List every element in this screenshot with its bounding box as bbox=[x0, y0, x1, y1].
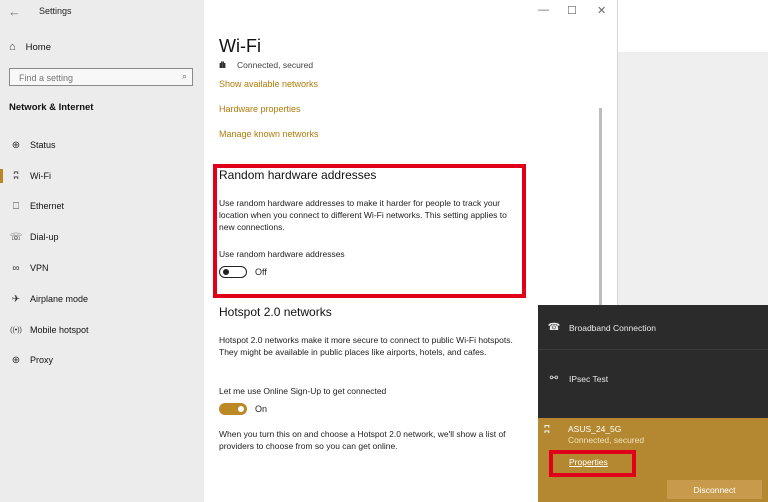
hotspot-toggle-row: On bbox=[219, 403, 267, 415]
wifi-icon: ʭ bbox=[13, 170, 19, 182]
network-name: Broadband Connection bbox=[569, 322, 656, 333]
search-input[interactable] bbox=[17, 71, 171, 85]
hotspot-toggle[interactable] bbox=[219, 403, 247, 415]
hotspot-icon: ((•)) bbox=[10, 326, 22, 334]
airplane-icon: ✈ bbox=[11, 293, 21, 305]
network-name: IPsec Test bbox=[569, 373, 609, 384]
section-heading: Network & Internet bbox=[9, 102, 94, 113]
network-ipsec-test[interactable]: ⚯ IPsec Test bbox=[538, 373, 768, 384]
hotspot-description: Hotspot 2.0 networks make it more secure… bbox=[219, 335, 513, 357]
disconnect-button[interactable]: Disconnect bbox=[667, 480, 762, 499]
desktop-background bbox=[617, 0, 768, 52]
sidebar-item-label: Wi-Fi bbox=[30, 171, 51, 181]
toggle-knob bbox=[238, 406, 244, 412]
network-status: Connected, secured bbox=[568, 435, 645, 445]
show-available-networks-link[interactable]: Show available networks bbox=[219, 79, 318, 89]
connection-status: ıllı Connected, secured bbox=[219, 60, 313, 70]
sidebar-item-label: Airplane mode bbox=[30, 294, 89, 304]
back-arrow-icon[interactable]: ← bbox=[8, 4, 21, 19]
home-icon: ⌂ bbox=[9, 41, 16, 53]
sidebar-item-dialup[interactable]: ☏ Dial-up bbox=[0, 227, 204, 247]
toggle-knob bbox=[223, 269, 229, 275]
dialup-icon: ☏ bbox=[9, 231, 23, 243]
random-hw-toggle[interactable] bbox=[219, 266, 247, 278]
dialup-icon: ☎ bbox=[547, 322, 561, 333]
connection-status-text: Connected, secured bbox=[237, 60, 314, 70]
properties-link[interactable]: Properties bbox=[569, 457, 608, 467]
random-hw-addresses-description: Use random hardware addresses to make it… bbox=[219, 198, 507, 232]
manage-known-networks-link[interactable]: Manage known networks bbox=[219, 129, 319, 139]
page-title: Wi-Fi bbox=[219, 36, 261, 56]
home-nav-item[interactable]: ⌂ Home bbox=[9, 41, 51, 53]
search-icon[interactable]: ⌕ bbox=[182, 71, 187, 82]
sidebar-item-status[interactable]: ⊕ Status bbox=[0, 135, 204, 155]
network-flyout: ☎ Broadband Connection ⚯ IPsec Test ʭ AS… bbox=[538, 305, 768, 502]
random-hw-addresses-heading: Random hardware addresses bbox=[219, 168, 377, 182]
hardware-properties-link[interactable]: Hardware properties bbox=[219, 104, 301, 114]
sidebar-item-mobile-hotspot[interactable]: ((•)) Mobile hotspot bbox=[0, 320, 204, 340]
network-name: ASUS_24_5G bbox=[568, 424, 622, 434]
proxy-globe-icon: ⊕ bbox=[11, 354, 21, 366]
sidebar-item-label: VPN bbox=[30, 263, 49, 273]
search-box[interactable]: ⌕ bbox=[9, 68, 193, 86]
hotspot-toggle-label: Let me use Online Sign-Up to get connect… bbox=[219, 386, 387, 396]
network-asus-active[interactable]: ʭ ASUS_24_5G Connected, secured Properti… bbox=[538, 418, 768, 502]
sidebar-item-proxy[interactable]: ⊕ Proxy bbox=[0, 350, 204, 370]
vpn-icon: ∞ bbox=[12, 262, 20, 274]
hotspot-heading: Hotspot 2.0 networks bbox=[219, 305, 332, 319]
globe-icon: ⊕ bbox=[11, 139, 21, 151]
sidebar-item-vpn[interactable]: ∞ VPN bbox=[0, 258, 204, 278]
random-hw-toggle-label: Use random hardware addresses bbox=[219, 249, 345, 259]
sidebar-item-label: Status bbox=[30, 140, 56, 150]
sidebar-item-airplane-mode[interactable]: ✈ Airplane mode bbox=[0, 289, 204, 309]
home-label: Home bbox=[25, 41, 51, 53]
sidebar-item-label: Proxy bbox=[30, 355, 54, 365]
sidebar-item-label: Ethernet bbox=[30, 201, 65, 211]
wifi-signal-icon: ıllı bbox=[219, 60, 226, 70]
sidebar-item-label: Mobile hotspot bbox=[30, 325, 89, 335]
sidebar-item-ethernet[interactable]: ⎕ Ethernet bbox=[0, 196, 204, 216]
hotspot-note: When you turn this on and choose a Hotsp… bbox=[219, 429, 506, 451]
ethernet-icon: ⎕ bbox=[13, 200, 19, 212]
hotspot-toggle-state: On bbox=[255, 404, 268, 414]
window-title: Settings bbox=[39, 6, 72, 16]
settings-window: ← Settings ⌂ Home ⌕ Network & Internet ⊕… bbox=[0, 0, 618, 502]
random-hw-toggle-row: Off bbox=[219, 266, 267, 278]
sidebar-item-wifi[interactable]: ʭ Wi-Fi bbox=[0, 166, 204, 186]
vpn-icon: ⚯ bbox=[549, 373, 559, 384]
sidebar-item-label: Dial-up bbox=[30, 232, 59, 242]
random-hw-toggle-state: Off bbox=[255, 267, 267, 277]
network-broadband-connection[interactable]: ☎ Broadband Connection bbox=[538, 322, 768, 333]
divider bbox=[538, 349, 768, 350]
wifi-icon: ʭ bbox=[544, 424, 550, 436]
sidebar: ← Settings ⌂ Home ⌕ Network & Internet ⊕… bbox=[0, 0, 204, 502]
